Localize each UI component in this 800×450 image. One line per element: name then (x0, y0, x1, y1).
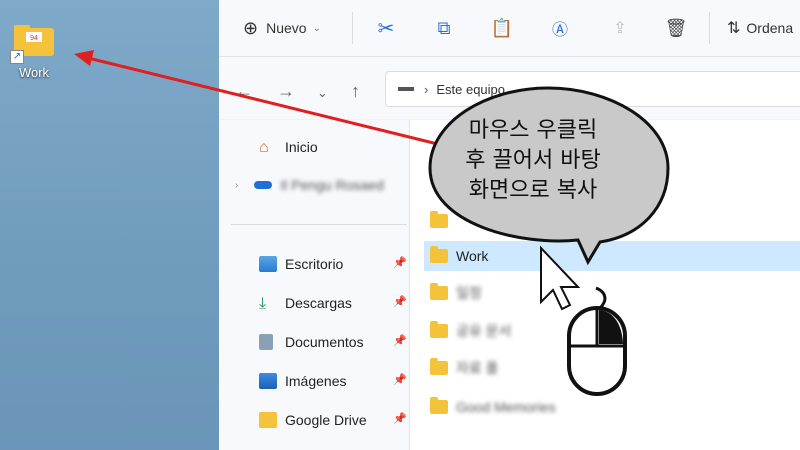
toolbar-divider (352, 12, 353, 44)
toolbar-divider (709, 12, 710, 44)
pin-icon[interactable]: 📌 (393, 412, 407, 425)
folder-icon (430, 246, 448, 263)
file-name: 일정 (456, 285, 482, 301)
pin-icon[interactable]: 📌 (393, 256, 407, 269)
trash-icon: 🗑 (664, 17, 688, 38)
list-item[interactable]: Good Memories (424, 392, 800, 422)
file-name: Good Memories (456, 399, 556, 415)
list-item[interactable]: 일정 (424, 278, 800, 308)
callout-line: 화면으로 복사 (468, 178, 598, 203)
rename-button[interactable]: Ⓐ (545, 12, 575, 44)
recent-chevron-icon[interactable]: ⌄ (317, 85, 328, 101)
callout-text: 마우스 우클릭 후 끌어서 바탕 화면으로 복사 (428, 116, 638, 206)
folder-icon (430, 211, 448, 228)
breadcrumb-chevron-icon: › (424, 81, 429, 97)
new-button-label: Nuevo (266, 20, 307, 36)
address-bar[interactable]: › Este equipo (385, 71, 800, 107)
file-explorer-window: ⊕ Nuevo ⌄ ✂ ⧉ 📋 Ⓐ ⇪ 🗑 ⇅ Ordena ← → ⌄ ↑ ›… (219, 0, 800, 450)
list-item[interactable]: 공유 문서 (424, 316, 800, 346)
scissors-icon: ✂ (377, 17, 395, 40)
cut-button[interactable]: ✂ (371, 12, 401, 44)
copy-button[interactable]: ⧉ (429, 12, 459, 44)
folder-icon (430, 397, 448, 414)
pin-icon[interactable]: 📌 (393, 373, 407, 386)
sidebar-item-label: Imágenes (285, 373, 347, 389)
sort-button-label: Ordena (746, 20, 794, 36)
sidebar-item-google-drive[interactable]: Google Drive (259, 409, 367, 431)
sidebar-item-inicio[interactable]: ⌂ Inicio (259, 136, 318, 158)
sidebar-item-label: Documentos (285, 334, 364, 350)
cloud-icon (254, 181, 273, 189)
plus-icon: ⊕ (243, 17, 259, 38)
share-icon: ⇪ (613, 20, 627, 37)
list-item[interactable] (424, 206, 800, 236)
desktop-shortcut-work[interactable]: 94 ↗ Work (6, 22, 62, 80)
paste-button[interactable]: 📋 (487, 12, 517, 44)
file-name: 자료 폴 (456, 360, 499, 376)
callout-line: 후 끌어서 바탕 (465, 148, 601, 173)
sidebar-item-documentos[interactable]: Documentos (259, 331, 364, 353)
chevron-down-icon: ⌄ (312, 22, 321, 34)
navigation-pane: ⌂ Inicio › Il Pengu Rosaed Escritorio 📌 … (219, 120, 410, 450)
copy-icon: ⧉ (437, 17, 451, 38)
document-icon (259, 334, 273, 350)
desktop-shortcut-label: Work (18, 65, 50, 80)
sidebar-item-escritorio[interactable]: Escritorio (259, 253, 343, 275)
download-icon: ⤓ (259, 295, 267, 312)
sort-icon: ⇅ (727, 20, 741, 37)
file-name: 공유 문서 (456, 323, 512, 339)
share-button[interactable]: ⇪ (605, 12, 635, 44)
sidebar-item-label: Google Drive (285, 412, 367, 428)
folder-icon (430, 358, 448, 375)
computer-icon (398, 87, 414, 91)
sidebar-item-label: Escritorio (285, 256, 344, 272)
home-icon: ⌂ (259, 139, 269, 156)
address-path: Este equipo (436, 81, 506, 97)
sidebar-item-label: Il Pengu Rosaed (280, 177, 384, 193)
sort-button[interactable]: ⇅ Ordena (727, 12, 793, 44)
back-arrow-icon[interactable]: ← (235, 81, 253, 102)
delete-button[interactable]: 🗑 (661, 12, 691, 44)
rename-icon: Ⓐ (551, 22, 568, 39)
svg-text:94: 94 (30, 35, 38, 42)
new-button[interactable]: ⊕ Nuevo ⌄ (243, 12, 321, 44)
up-arrow-icon[interactable]: ↑ (351, 81, 360, 102)
shortcut-arrow-icon: ↗ (10, 50, 24, 64)
sidebar-divider (231, 224, 407, 225)
folder-icon (430, 321, 448, 338)
list-item-work[interactable]: Work (424, 241, 800, 271)
pin-icon[interactable]: 📌 (393, 295, 407, 308)
sidebar-item-onedrive[interactable]: › Il Pengu Rosaed (235, 174, 384, 196)
list-item[interactable]: 자료 폴 (424, 353, 800, 383)
pin-icon[interactable]: 📌 (393, 334, 407, 347)
command-bar: ⊕ Nuevo ⌄ ✂ ⧉ 📋 Ⓐ ⇪ 🗑 ⇅ Ordena (219, 0, 800, 57)
folder-icon (430, 283, 448, 300)
navigation-bar: ← → ⌄ ↑ › Este equipo (219, 57, 800, 119)
sidebar-item-label: Inicio (285, 139, 318, 155)
picture-icon (259, 373, 277, 389)
sidebar-item-label: Descargas (285, 295, 352, 311)
sidebar-item-descargas[interactable]: ⤓ Descargas (259, 292, 352, 314)
sidebar-item-imagenes[interactable]: Imágenes (259, 370, 346, 392)
forward-arrow-icon[interactable]: → (277, 81, 295, 102)
desktop-icon (259, 256, 277, 272)
clipboard-icon: 📋 (490, 17, 514, 38)
file-name: Work (456, 248, 489, 264)
expand-chevron-icon: › (235, 179, 239, 191)
callout-line: 마우스 우클릭 (468, 118, 598, 143)
folder-icon (259, 412, 277, 428)
